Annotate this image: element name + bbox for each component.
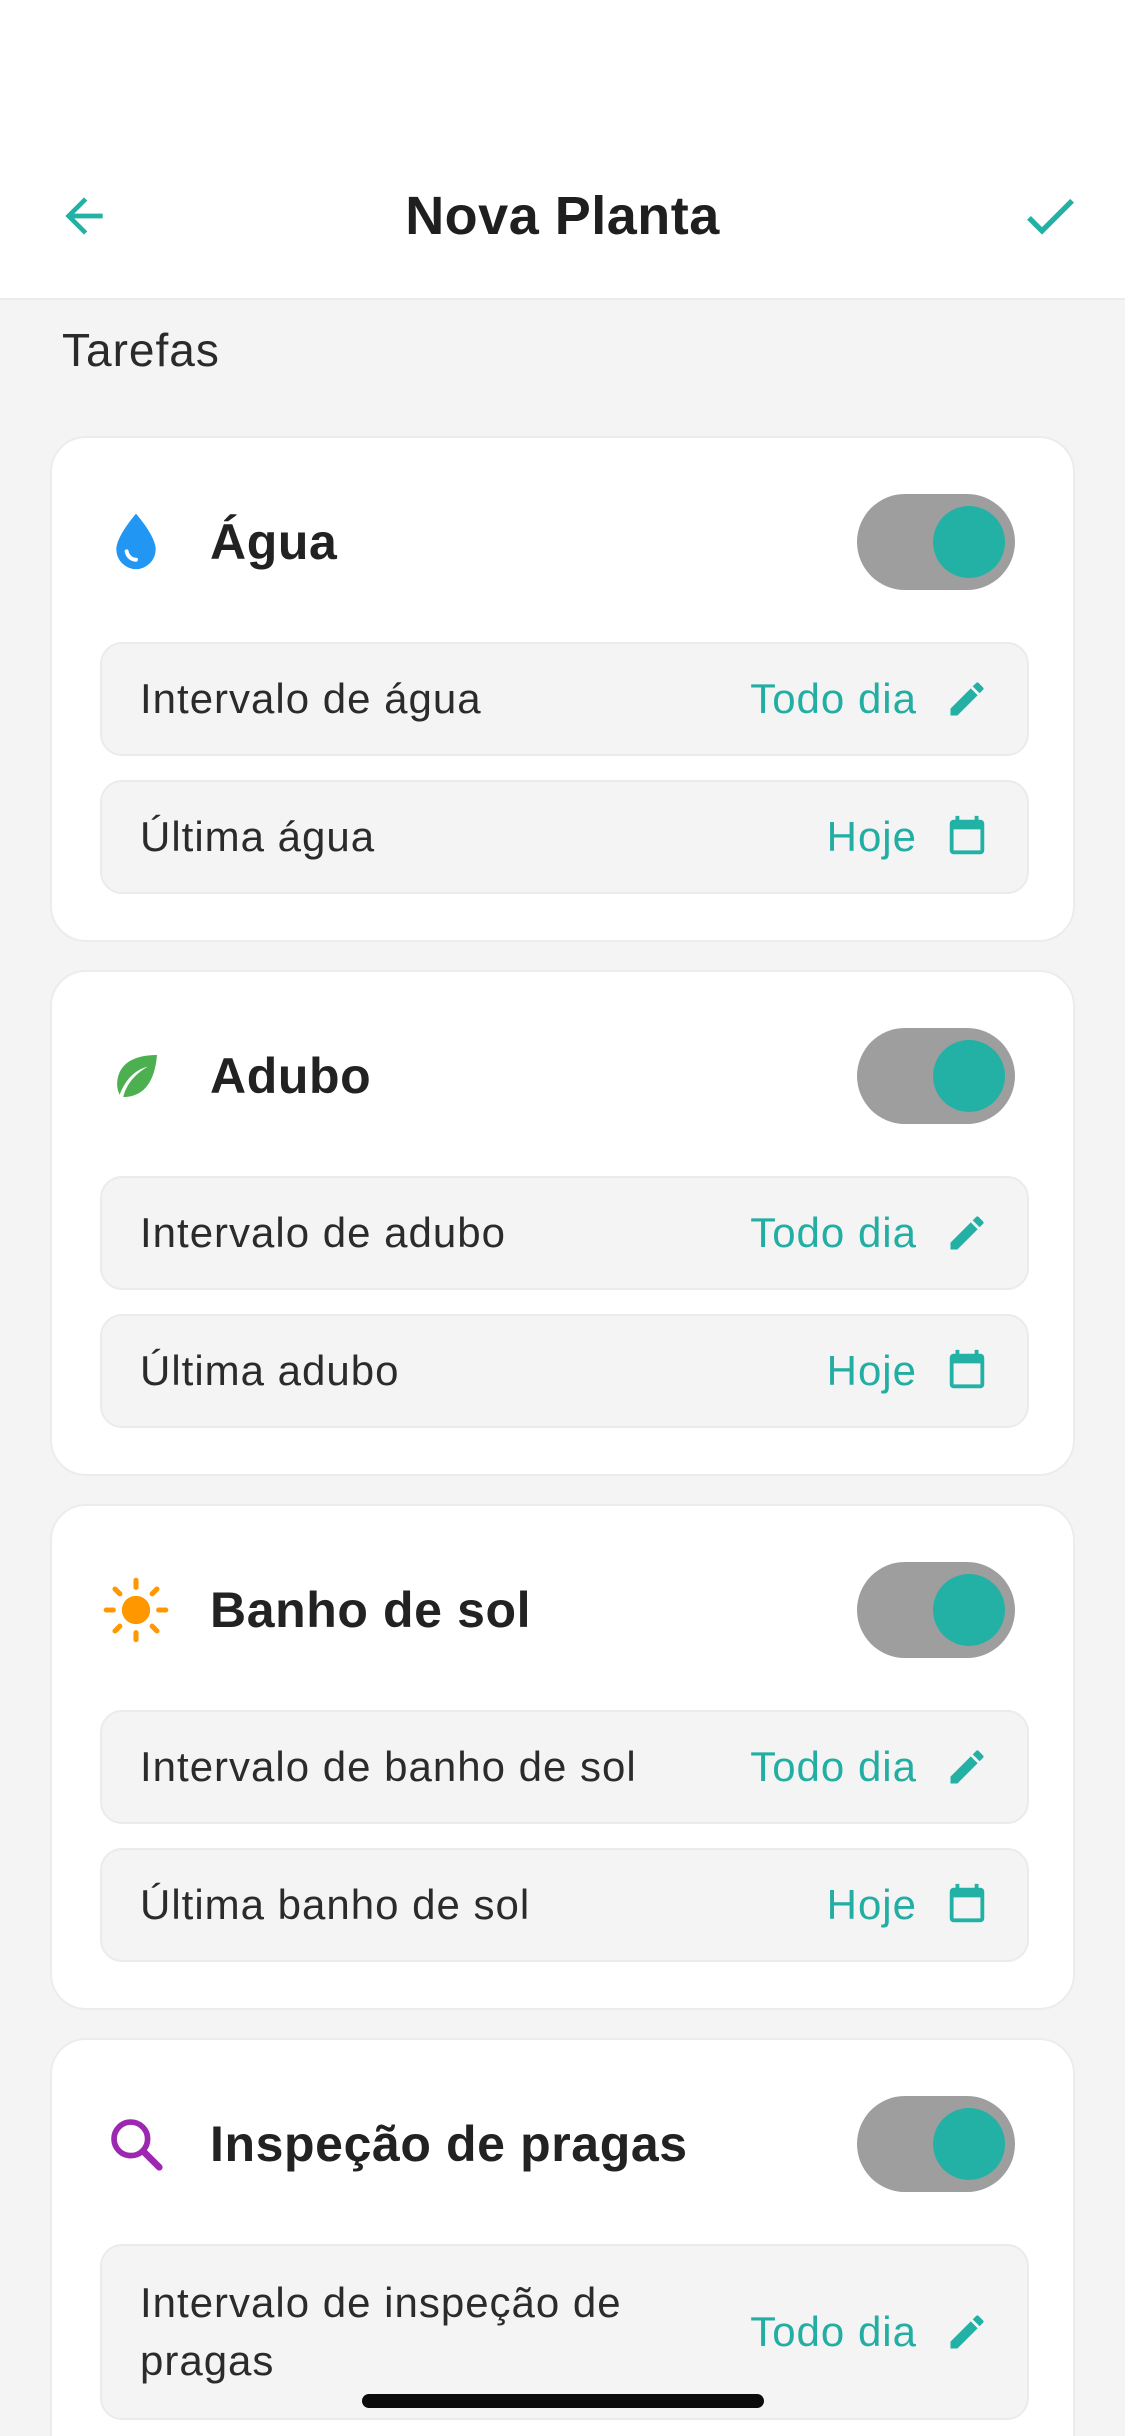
task-card-water: Água Intervalo de água Todo dia Última á… — [50, 436, 1075, 942]
section-title: Tarefas — [62, 324, 220, 376]
task-header: Banho de sol — [52, 1562, 1073, 1658]
interval-label: Intervalo de banho de sol — [140, 1743, 637, 1790]
last-date-value: Hoje — [826, 1881, 917, 1928]
last-date-value: Hoje — [826, 1347, 917, 1394]
task-name: Banho de sol — [210, 1582, 532, 1638]
sun-icon — [102, 1576, 170, 1644]
task-header: Inspeção de pragas — [52, 2096, 1073, 2192]
last-date-label: Última banho de sol — [140, 1881, 531, 1928]
task-toggle[interactable] — [857, 2096, 1015, 2192]
interval-value: Todo dia — [750, 2308, 917, 2355]
last-date-row[interactable]: Última água Hoje — [100, 780, 1029, 894]
check-icon — [1027, 198, 1074, 235]
status-bar — [0, 0, 1125, 132]
interval-row[interactable]: Intervalo de água Todo dia — [100, 642, 1029, 756]
interval-row[interactable]: Intervalo de banho de sol Todo dia — [100, 1710, 1029, 1824]
task-header: Adubo — [52, 1028, 1073, 1124]
task-header: Água — [52, 494, 1073, 590]
toggle-knob — [933, 1574, 1005, 1646]
calendar-icon — [943, 1881, 991, 1929]
toggle-knob — [933, 2108, 1005, 2180]
interval-row[interactable]: Intervalo de adubo Todo dia — [100, 1176, 1029, 1290]
task-toggle[interactable] — [857, 494, 1015, 590]
task-card-pest: Inspeção de pragas Intervalo de inspeção… — [50, 2038, 1075, 2436]
last-date-row[interactable]: Última banho de sol Hoje — [100, 1848, 1029, 1962]
search-icon — [102, 2110, 170, 2178]
pencil-icon — [943, 2308, 991, 2356]
toggle-knob — [933, 506, 1005, 578]
interval-value: Todo dia — [750, 675, 917, 722]
water-drop-icon — [102, 508, 170, 576]
task-name: Inspeção de pragas — [210, 2116, 688, 2172]
task-name: Adubo — [210, 1048, 372, 1104]
task-toggle[interactable] — [857, 1028, 1015, 1124]
confirm-button[interactable] — [1015, 184, 1085, 248]
task-toggle[interactable] — [857, 1562, 1015, 1658]
home-indicator[interactable] — [362, 2394, 764, 2408]
interval-value: Todo dia — [750, 1209, 917, 1256]
interval-label: Intervalo de água — [140, 675, 482, 722]
app-bar: Nova Planta — [0, 132, 1125, 300]
last-date-label: Última adubo — [140, 1347, 400, 1394]
page-title: Nova Planta — [405, 186, 720, 246]
task-card-sun: Banho de sol Intervalo de banho de sol T… — [50, 1504, 1075, 2010]
pencil-icon — [943, 1209, 991, 1257]
task-card-fertilizer: Adubo Intervalo de adubo Todo dia Última… — [50, 970, 1075, 1476]
pencil-icon — [943, 1743, 991, 1791]
last-date-row[interactable]: Última adubo Hoje — [100, 1314, 1029, 1428]
leaf-icon — [102, 1042, 170, 1110]
pencil-icon — [943, 675, 991, 723]
last-date-value: Hoje — [826, 813, 917, 860]
toggle-knob — [933, 1040, 1005, 1112]
interval-label: Intervalo de inspeção de pragas — [140, 2279, 622, 2384]
interval-label: Intervalo de adubo — [140, 1209, 506, 1256]
task-name: Água — [210, 514, 338, 570]
last-date-label: Última água — [140, 813, 376, 860]
calendar-icon — [943, 813, 991, 861]
calendar-icon — [943, 1347, 991, 1395]
interval-value: Todo dia — [750, 1743, 917, 1790]
